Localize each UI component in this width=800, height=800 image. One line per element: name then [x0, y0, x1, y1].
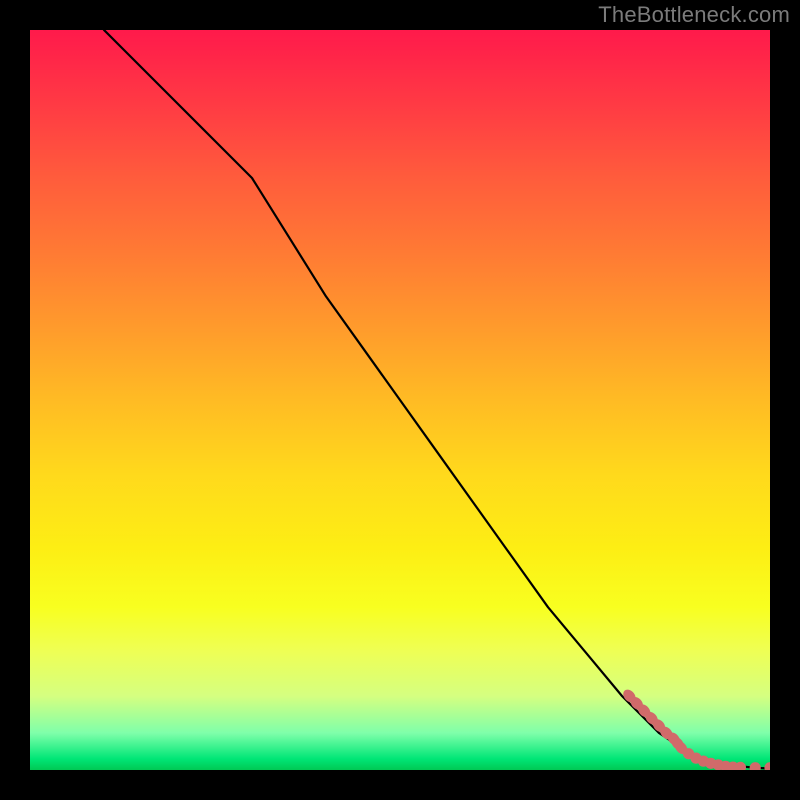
- chart-overlay-svg: [30, 30, 770, 770]
- chart-frame: TheBottleneck.com: [0, 0, 800, 800]
- scatter-points-group: [621, 687, 770, 770]
- plot-area: [30, 30, 770, 770]
- scatter-point: [764, 762, 770, 770]
- watermark-text: TheBottleneck.com: [598, 2, 790, 28]
- bottleneck-curve: [104, 30, 770, 769]
- scatter-point: [750, 762, 761, 770]
